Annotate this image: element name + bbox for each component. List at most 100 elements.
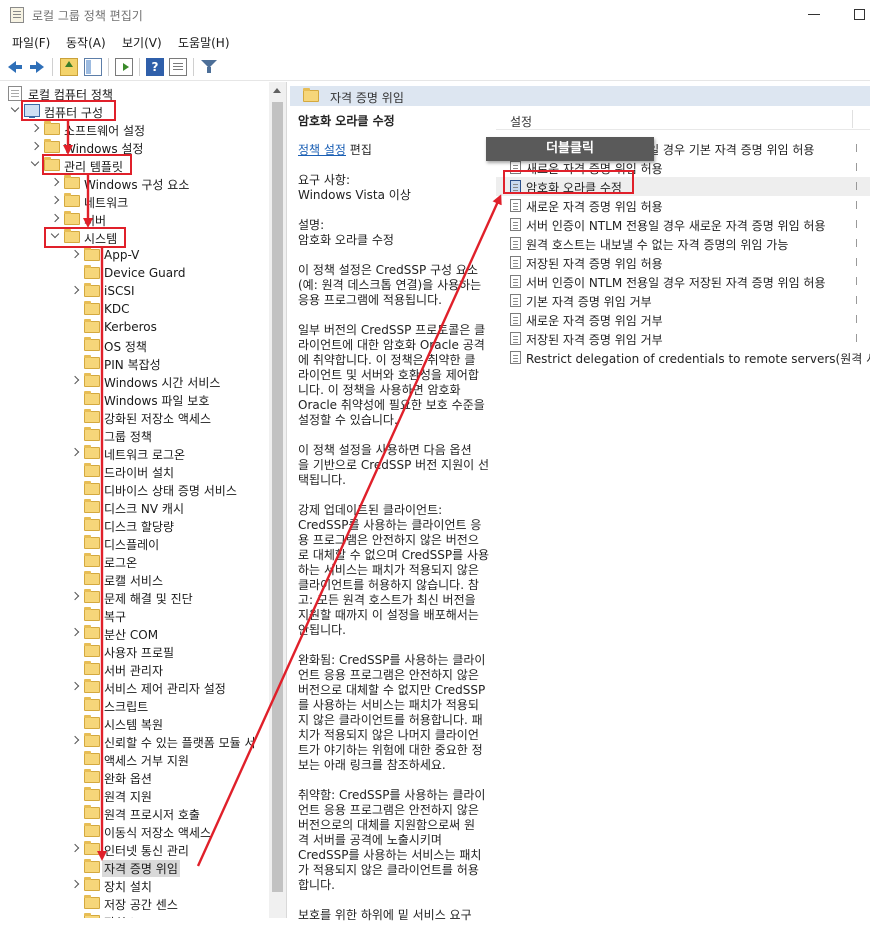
scroll-up-arrow-icon[interactable] [273, 88, 281, 93]
settings-list[interactable]: 설정 서버 인증이 NTLM 전용일 경우 기본 자격 증명 위임 허용 새로운 … [496, 106, 870, 918]
tree-item[interactable]: 자격 증명 위임 [0, 858, 270, 877]
tree-item[interactable]: 복구 [0, 606, 270, 624]
tree-item[interactable]: 완화 옵션 [0, 768, 270, 786]
tree-item[interactable]: 네트워크 [0, 192, 270, 210]
tree-item[interactable]: Windows 구성 요소 [0, 174, 270, 192]
tree-item[interactable]: 디스크 할당량 [0, 516, 270, 534]
chevron-right-icon[interactable] [70, 735, 80, 745]
help-icon[interactable]: ? [146, 58, 164, 76]
tree-item[interactable]: 소프트웨어 설정 [0, 120, 270, 138]
tree-item[interactable]: 디스크 NV 캐시 [0, 498, 270, 516]
show-hide-tree-icon[interactable] [84, 58, 102, 76]
chevron-right-icon[interactable] [50, 195, 60, 205]
tree-item[interactable]: 저장 공간 센스 [0, 894, 270, 912]
tree-item[interactable]: 로캘 서비스 [0, 570, 270, 588]
tree-item[interactable]: 드라이버 설치 [0, 462, 270, 480]
tree-item[interactable]: 신뢰할 수 있는 플랫폼 모듈 서 [0, 732, 270, 750]
tree-item[interactable]: 스크립트 [0, 696, 270, 714]
column-separator[interactable] [852, 110, 853, 128]
tree-item-label: 디스플레이 [104, 538, 160, 552]
tree-item[interactable]: 문제 해결 및 진단 [0, 588, 270, 606]
tree-item[interactable]: 원격 프로시저 호출 [0, 804, 270, 822]
chevron-right-icon[interactable] [30, 123, 40, 133]
tree-vertical-scrollbar[interactable] [269, 82, 286, 918]
scroll-thumb[interactable] [272, 102, 283, 892]
tree-item[interactable]: KDC [0, 300, 270, 318]
export-list-icon[interactable] [115, 58, 133, 76]
setting-row[interactable]: Restrict delegation of credentials to re… [496, 348, 870, 367]
up-folder-icon[interactable] [60, 58, 78, 76]
state-column-cell [856, 258, 862, 266]
tree-item[interactable]: Windows 시간 서비스 [0, 372, 270, 390]
menu-view[interactable]: 보기(V) [122, 34, 162, 51]
setting-row[interactable]: 새로운 자격 증명 위임 거부 [496, 310, 870, 329]
chevron-right-icon[interactable] [50, 213, 60, 223]
tree-item[interactable]: Windows 설정 [0, 138, 270, 156]
menu-file[interactable]: 파일(F) [12, 34, 50, 51]
tree-item[interactable]: 네트워크 로그온 [0, 444, 270, 462]
chevron-right-icon[interactable] [70, 375, 80, 385]
filter-icon[interactable] [200, 58, 218, 76]
tree-item[interactable]: 서버 관리자 [0, 660, 270, 678]
tree-item[interactable]: 서버 [0, 210, 270, 228]
edit-policy-link[interactable]: 정책 설정 [298, 143, 346, 157]
chevron-right-icon[interactable] [30, 141, 40, 151]
minimize-button[interactable] [808, 14, 820, 15]
chevron-right-icon[interactable] [70, 627, 80, 637]
chevron-down-icon[interactable] [30, 157, 40, 167]
tree-item[interactable]: 로그온 [0, 552, 270, 570]
tree-item[interactable]: 서비스 제어 관리자 설정 [0, 678, 270, 696]
window-title: 로컬 그룹 정책 편집기 [32, 9, 143, 23]
description-heading: 암호화 오라클 수정 [298, 114, 395, 128]
chevron-right-icon[interactable] [70, 843, 80, 853]
menu-help[interactable]: 도움말(H) [178, 34, 230, 51]
chevron-right-icon[interactable] [70, 591, 80, 601]
menu-action[interactable]: 동작(A) [66, 34, 106, 51]
chevron-right-icon[interactable] [70, 447, 80, 457]
tree-item[interactable]: 관리 템플릿 [0, 156, 270, 174]
forward-arrow-icon[interactable] [28, 58, 46, 76]
tree-item[interactable]: 강화된 저장소 액세스 [0, 408, 270, 426]
setting-row[interactable]: 저장된 자격 증명 위임 거부 [496, 329, 870, 348]
tree-item[interactable]: OS 정책 [0, 336, 270, 354]
tree-item[interactable]: Device Guard [0, 264, 270, 282]
chevron-right-icon[interactable] [70, 285, 80, 295]
setting-row[interactable]: 서버 인증이 NTLM 전용일 경우 저장된 자격 증명 위임 허용 [496, 272, 870, 291]
tree-item[interactable]: 시스템 복원 [0, 714, 270, 732]
chevron-right-icon[interactable] [50, 177, 60, 187]
chevron-down-icon[interactable] [10, 103, 20, 113]
tree-item[interactable]: 그룹 정책 [0, 426, 270, 444]
setting-row[interactable]: 새로운 자격 증명 위임 허용 [496, 196, 870, 215]
console-tree[interactable]: 로컬 컴퓨터 정책 컴퓨터 구성 소프트웨어 설정 Windows 설정 관리 템플릿 W… [0, 82, 287, 918]
tree-item[interactable]: 분산 COM [0, 624, 270, 642]
tree-item[interactable]: 액세스 거부 지원 [0, 750, 270, 768]
tree-item[interactable]: 사용자 프로필 [0, 642, 270, 660]
tree-item[interactable]: App-V [0, 246, 270, 264]
settings-column-header[interactable]: 설정 [496, 106, 870, 130]
tree-item[interactable]: 장치 설치 [0, 876, 270, 894]
properties-icon[interactable] [169, 58, 187, 76]
tree-item[interactable]: iSCSI [0, 282, 270, 300]
tree-item[interactable]: Windows 파일 보호 [0, 390, 270, 408]
setting-row[interactable]: 서버 인증이 NTLM 전용일 경우 새로운 자격 증명 위임 허용 [496, 215, 870, 234]
chevron-right-icon[interactable] [70, 879, 80, 889]
maximize-button[interactable] [854, 9, 865, 20]
toolbar: ? [0, 53, 870, 81]
column-header-setting[interactable]: 설정 [510, 113, 532, 130]
setting-row[interactable]: 기본 자격 증명 위임 거부 [496, 291, 870, 310]
tree-item[interactable]: 원격 지원 [0, 786, 270, 804]
tree-item[interactable]: 이동식 저장소 액세스 [0, 822, 270, 840]
tree-item[interactable]: 시스템 [0, 228, 270, 246]
tree-item[interactable]: 장치 노 … [0, 912, 270, 918]
tree-item[interactable]: PIN 복잡성 [0, 354, 270, 372]
tree-item[interactable]: 디바이스 상태 증명 서비스 [0, 480, 270, 498]
chevron-right-icon[interactable] [70, 249, 80, 259]
tree-item[interactable]: Kerberos [0, 318, 270, 336]
setting-row[interactable]: 원격 호스트는 내보낼 수 없는 자격 증명의 위임 가능 [496, 234, 870, 253]
tree-item-label: 서비스 제어 관리자 설정 [104, 682, 226, 696]
setting-row[interactable]: 저장된 자격 증명 위임 허용 [496, 253, 870, 272]
tree-item[interactable]: 디스플레이 [0, 534, 270, 552]
tree-item[interactable]: 인터넷 통신 관리 [0, 840, 270, 858]
chevron-right-icon[interactable] [70, 681, 80, 691]
back-arrow-icon[interactable] [6, 58, 24, 76]
